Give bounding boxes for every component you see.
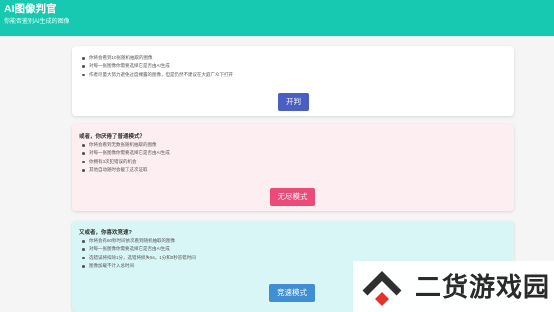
standard-mode-card: 你将会看到10张随机抽取的图像 对每一张图像你需要选择它是否由AI生成 作者尽量… — [72, 46, 514, 116]
rule-item: 对每一张图像你需要选择它是否由AI生成 — [82, 149, 170, 157]
speed-mode-rules: 你将会有60秒时间依次看到随机抽取的图像 对每一张图像你需要选择它是否由AI生成… — [82, 237, 196, 271]
speed-mode-title: 又或者，你喜欢竞速? — [79, 230, 132, 236]
app-title: AI图像判官 — [4, 3, 57, 15]
rule-item: 你将会看到无数张随机抽取的图像 — [82, 141, 170, 149]
watermark: 二货游戏园 — [353, 261, 554, 312]
watermark-text: 二货游戏园 — [415, 272, 551, 302]
rule-item: 对每一张图像你需要选择它是否由AI生成 — [82, 62, 233, 70]
rule-item: 作者尽量大努力避免过度裸露的图像，但是仍然不建议在大庭广众下打开 — [82, 71, 233, 79]
standard-mode-rules: 你将会看到10张随机抽取的图像 对每一张图像你需要选择它是否由AI生成 作者尽量… — [82, 54, 233, 79]
endless-mode-title: 或者，你厌倦了普通模式？ — [79, 134, 146, 140]
endless-mode-card: 或者，你厌倦了普通模式？ 你将会看到无数张随机抽取的图像 对每一张图像你需要选择… — [72, 124, 514, 211]
rule-item: 你拥有3次犯错误的机会 — [82, 158, 170, 166]
rule-item: 图像加载不计入总时间 — [82, 262, 196, 270]
speed-mode-button[interactable]: 竞速模式 — [269, 284, 315, 302]
rule-item: 你将会看到10张随机抽取的图像 — [82, 54, 233, 62]
endless-mode-button[interactable]: 无尽模式 — [270, 188, 315, 206]
app-header: AI图像判官 你能否鉴别AI生成的图像 — [0, 0, 554, 36]
start-button[interactable]: 开判 — [278, 93, 309, 111]
endless-mode-rules: 你将会看到无数张随机抽取的图像 对每一张图像你需要选择它是否由AI生成 你拥有3… — [82, 141, 170, 175]
rule-item: 其他自动随时会截了这次证取 — [82, 166, 170, 174]
app-subtitle: 你能否鉴别AI生成的图像 — [4, 19, 70, 25]
chevron-up-logo-icon — [362, 271, 402, 306]
rule-item: 对每一张图像你需要选择它是否由AI生成 — [82, 245, 196, 253]
rule-item: 你将会有60秒时间依次看到随机抽取的图像 — [82, 237, 196, 245]
rule-item: 选错误将扣除1分，选错将损失5s，1分和0秒答错时间 — [82, 254, 196, 262]
